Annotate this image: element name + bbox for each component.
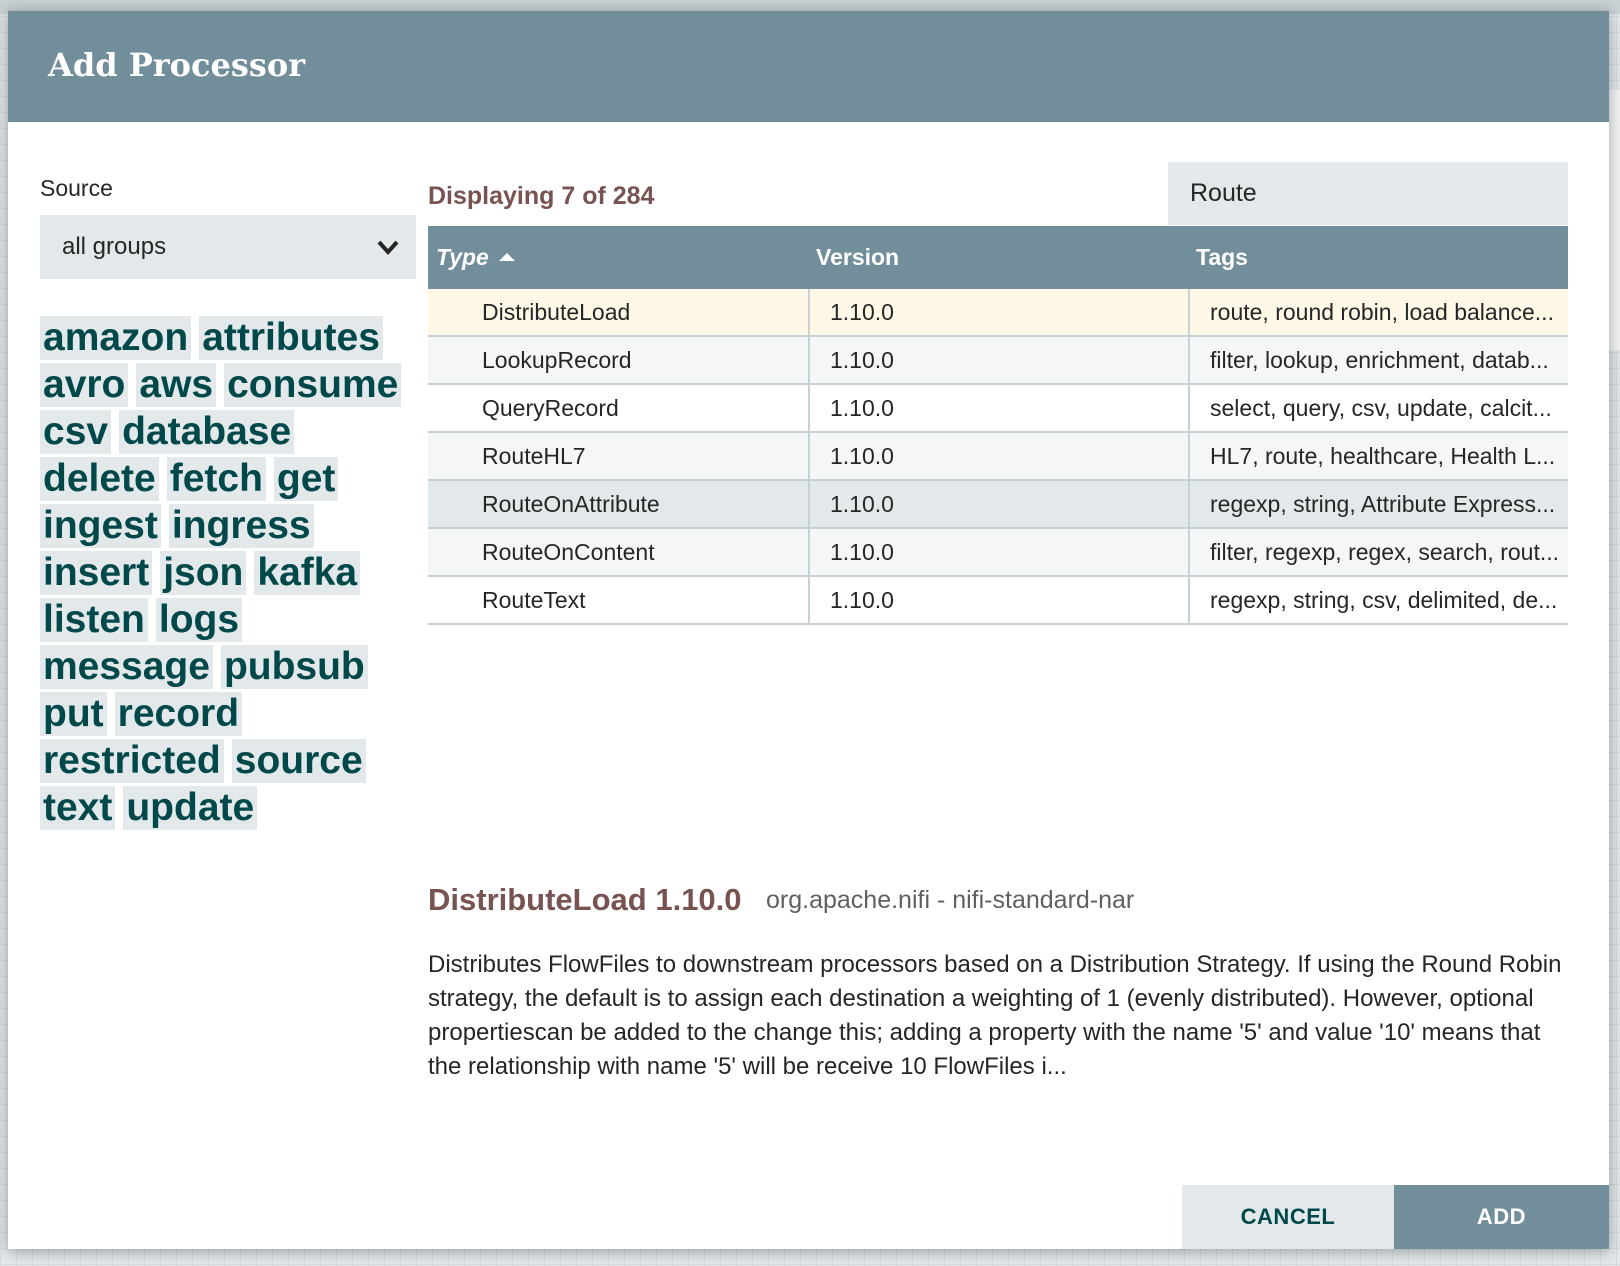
cancel-button[interactable]: CANCEL: [1182, 1185, 1394, 1249]
table-row[interactable]: QueryRecord 1.10.0 select, query, csv, u…: [428, 385, 1568, 433]
cell-type: LookupRecord: [482, 347, 632, 373]
column-divider: [1188, 385, 1190, 433]
tag-line: put record: [40, 692, 430, 739]
tag-item[interactable]: record: [114, 692, 243, 736]
processor-description: Distributes FlowFiles to downstream proc…: [428, 951, 1562, 1080]
column-divider: [808, 337, 810, 385]
column-header-tags[interactable]: Tags: [1196, 226, 1248, 289]
cell-tags: select, query, csv, update, calcit...: [1210, 395, 1552, 421]
tag-item[interactable]: insert: [40, 551, 153, 595]
table-row[interactable]: RouteOnAttribute 1.10.0 regexp, string, …: [428, 481, 1568, 529]
cell-tags: route, round robin, load balance...: [1210, 299, 1554, 325]
source-selected-value: all groups: [62, 233, 167, 260]
tag-item[interactable]: get: [273, 457, 339, 501]
cell-version: 1.10.0: [830, 347, 894, 373]
processor-detail-title: DistributeLoad 1.10.0: [428, 882, 742, 917]
column-divider: [808, 433, 810, 481]
processor-types-table: Type Version Tags DistributeLoad 1.10.0 …: [428, 226, 1568, 625]
chevron-down-icon: [377, 240, 399, 255]
sort-ascending-icon: [498, 252, 515, 261]
tag-item[interactable]: csv: [40, 410, 112, 454]
tag-item[interactable]: restricted: [40, 739, 224, 783]
dialog-title: Add Processor: [48, 46, 306, 84]
add-button[interactable]: ADD: [1394, 1185, 1609, 1249]
table-header: Type Version Tags: [428, 226, 1568, 289]
cell-type: RouteOnAttribute: [482, 491, 660, 517]
tag-item[interactable]: amazon: [40, 316, 192, 360]
column-divider: [808, 529, 810, 577]
tag-item[interactable]: database: [119, 410, 295, 454]
tag-line: csv database: [40, 410, 430, 457]
column-divider: [1188, 529, 1190, 577]
column-divider: [1188, 289, 1190, 337]
cell-type: RouteOnContent: [482, 539, 655, 565]
cell-version: 1.10.0: [830, 587, 894, 613]
cell-tags: regexp, string, Attribute Express...: [1210, 491, 1556, 517]
dialog-header: Add Processor: [8, 11, 1609, 122]
table-row[interactable]: DistributeLoad 1.10.0 route, round robin…: [428, 289, 1568, 337]
tag-item[interactable]: text: [40, 786, 116, 830]
tag-item[interactable]: message: [40, 645, 213, 689]
tag-line: avro aws consume: [40, 363, 430, 410]
column-header-type[interactable]: Type: [436, 226, 515, 289]
cell-tags: regexp, string, csv, delimited, de...: [1210, 587, 1558, 613]
tag-item[interactable]: ingest: [40, 504, 161, 548]
column-divider: [1188, 481, 1190, 529]
tag-line: restricted source: [40, 739, 430, 786]
column-header-version[interactable]: Version: [816, 226, 899, 289]
column-divider: [808, 385, 810, 433]
tag-line: listen logs: [40, 598, 430, 645]
cell-type: DistributeLoad: [482, 299, 631, 325]
tag-item[interactable]: logs: [155, 598, 243, 642]
column-divider: [1188, 577, 1190, 625]
column-divider: [808, 577, 810, 625]
column-divider: [1188, 433, 1190, 481]
tag-item[interactable]: json: [160, 551, 247, 595]
source-group-select[interactable]: all groups: [40, 215, 416, 279]
table-row[interactable]: LookupRecord 1.10.0 filter, lookup, enri…: [428, 337, 1568, 385]
tag-cloud: amazon attributes avro aws consume csv datab…: [40, 316, 430, 833]
cell-type: RouteHL7: [482, 443, 586, 469]
tag-item[interactable]: pubsub: [220, 645, 368, 689]
cell-version: 1.10.0: [830, 299, 894, 325]
column-divider: [808, 481, 810, 529]
tag-line: text update: [40, 786, 430, 833]
tag-item[interactable]: kafka: [254, 551, 361, 595]
tag-item[interactable]: source: [231, 739, 366, 783]
table-row[interactable]: RouteText 1.10.0 regexp, string, csv, de…: [428, 577, 1568, 625]
tag-line: message pubsub: [40, 645, 430, 692]
tag-item[interactable]: delete: [40, 457, 159, 501]
tag-item[interactable]: put: [40, 692, 107, 736]
tag-line: amazon attributes: [40, 316, 430, 363]
tag-item[interactable]: consume: [224, 363, 402, 407]
tag-line: ingest ingress: [40, 504, 430, 551]
cell-tags: HL7, route, healthcare, Health L...: [1210, 443, 1556, 469]
table-row[interactable]: RouteOnContent 1.10.0 filter, regexp, re…: [428, 529, 1568, 577]
tag-line: delete fetch get: [40, 457, 430, 504]
tag-item[interactable]: update: [123, 786, 258, 830]
column-header-type-label: Type: [436, 244, 489, 270]
column-divider: [808, 289, 810, 337]
cell-version: 1.10.0: [830, 395, 894, 421]
processor-bundle: org.apache.nifi - nifi-standard-nar: [766, 886, 1135, 914]
tag-item[interactable]: fetch: [166, 457, 266, 501]
cell-type: QueryRecord: [482, 395, 619, 421]
tag-line: insert json kafka: [40, 551, 430, 598]
results-count: Displaying 7 of 284: [428, 182, 655, 210]
column-divider: [1188, 337, 1190, 385]
cell-type: RouteText: [482, 587, 586, 613]
cell-version: 1.10.0: [830, 539, 894, 565]
tag-item[interactable]: attributes: [199, 316, 383, 360]
cell-tags: filter, regexp, regex, search, rout...: [1210, 539, 1559, 565]
tag-item[interactable]: aws: [136, 363, 217, 407]
cell-tags: filter, lookup, enrichment, datab...: [1210, 347, 1549, 373]
cell-version: 1.10.0: [830, 443, 894, 469]
cell-version: 1.10.0: [830, 491, 894, 517]
table-row[interactable]: RouteHL7 1.10.0 HL7, route, healthcare, …: [428, 433, 1568, 481]
tag-item[interactable]: ingress: [168, 504, 314, 548]
source-label: Source: [40, 175, 113, 201]
tag-item[interactable]: avro: [40, 363, 129, 407]
tag-item[interactable]: listen: [40, 598, 148, 642]
processor-filter-input[interactable]: [1168, 162, 1568, 225]
